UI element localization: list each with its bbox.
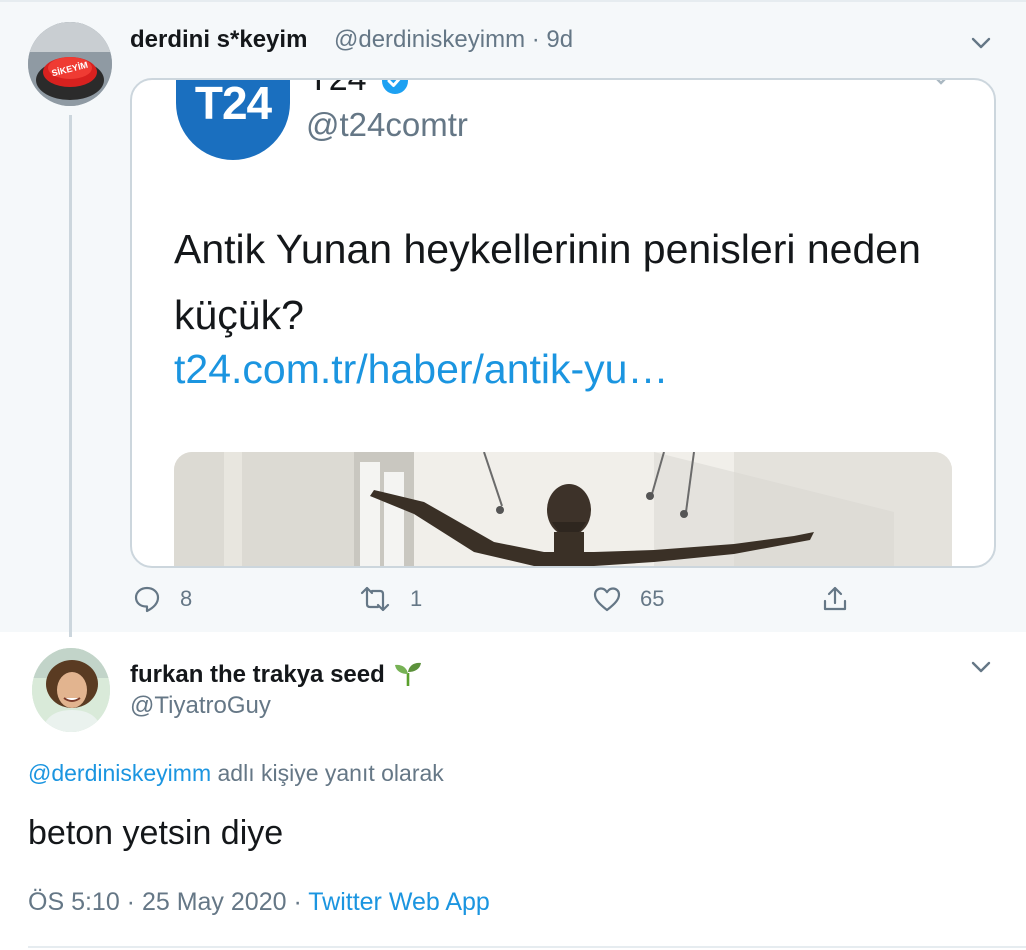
reply-author-name[interactable]: furkan the trakya seed bbox=[130, 658, 423, 689]
meta-separator: · bbox=[119, 888, 142, 916]
t24-logo: T24 bbox=[176, 78, 290, 160]
share-action[interactable] bbox=[820, 582, 850, 616]
quoted-tweet-link[interactable]: t24.com.tr/haber/antik-yu… bbox=[174, 346, 668, 393]
reply-icon bbox=[134, 586, 160, 613]
parent-tweet[interactable]: SİKEYİM derdini s*keyim @derdiniskeyimm … bbox=[0, 0, 1026, 632]
quoted-author-handle: @t24comtr bbox=[306, 106, 468, 143]
tweet-metadata: ÖS 5:10 · 25 May 2020 · Twitter Web App bbox=[28, 888, 490, 917]
parent-author-handle[interactable]: @derdiniskeyimm · 9d bbox=[334, 26, 573, 54]
reply-chevron-down-icon[interactable] bbox=[968, 654, 994, 680]
tweet-age: 9d bbox=[546, 26, 574, 53]
tweet-time[interactable]: ÖS 5:10 bbox=[28, 888, 120, 916]
quoted-author-name-text: T24 bbox=[308, 78, 367, 98]
thread-connector-line bbox=[69, 115, 72, 637]
reply-author-name-text: furkan the trakya seed bbox=[130, 661, 385, 688]
meta-separator: · bbox=[286, 888, 309, 916]
retweet-icon bbox=[360, 586, 390, 612]
handle-text: @derdiniskeyimm bbox=[334, 26, 526, 53]
like-action[interactable]: 65 bbox=[592, 582, 664, 616]
quoted-author-name: T24 bbox=[308, 78, 410, 99]
reply-tweet-text: beton yetsin diye bbox=[28, 814, 284, 852]
like-count: 65 bbox=[640, 586, 665, 611]
divider bbox=[28, 946, 1026, 948]
seedling-icon bbox=[395, 662, 422, 686]
replying-to-text: adlı kişiye yanıt olarak bbox=[211, 760, 444, 786]
verified-badge-icon bbox=[382, 80, 409, 95]
red-button-avatar-icon: SİKEYİM bbox=[28, 22, 112, 106]
separator: · bbox=[531, 26, 540, 53]
retweet-action[interactable]: 1 bbox=[358, 582, 422, 616]
reply-action[interactable]: 8 bbox=[132, 582, 192, 616]
quoted-tweet-card[interactable]: T24 T24 @t24comtr Antik Yunan heykelleri… bbox=[130, 78, 996, 568]
parent-author-avatar[interactable]: SİKEYİM bbox=[28, 22, 112, 106]
bronze-statue-photo[interactable] bbox=[174, 452, 952, 566]
divider bbox=[0, 0, 1026, 2]
person-avatar-icon bbox=[32, 648, 110, 732]
quoted-chevron-down-icon bbox=[928, 80, 954, 92]
replying-to-line: @derdiniskeyimm adlı kişiye yanıt olarak bbox=[28, 760, 444, 787]
tweet-source-link[interactable]: Twitter Web App bbox=[308, 888, 490, 916]
statue-image-illustration bbox=[174, 452, 952, 566]
share-icon bbox=[823, 586, 847, 611]
logo-text: T24 bbox=[194, 78, 272, 129]
quoted-tweet-text: Antik Yunan heykellerinin penisleri nede… bbox=[174, 226, 921, 338]
heart-icon bbox=[593, 587, 621, 612]
reply-author-avatar[interactable] bbox=[32, 648, 110, 732]
replying-to-handle-link[interactable]: @derdiniskeyimm bbox=[28, 760, 211, 786]
retweet-count: 1 bbox=[410, 586, 423, 611]
tweet-date[interactable]: 25 May 2020 bbox=[142, 888, 287, 916]
reply-author-handle[interactable]: @TiyatroGuy bbox=[130, 692, 271, 720]
chevron-down-icon[interactable] bbox=[968, 30, 994, 56]
parent-author-name[interactable]: derdini s*keyim bbox=[130, 26, 307, 54]
reply-count: 8 bbox=[180, 586, 193, 611]
